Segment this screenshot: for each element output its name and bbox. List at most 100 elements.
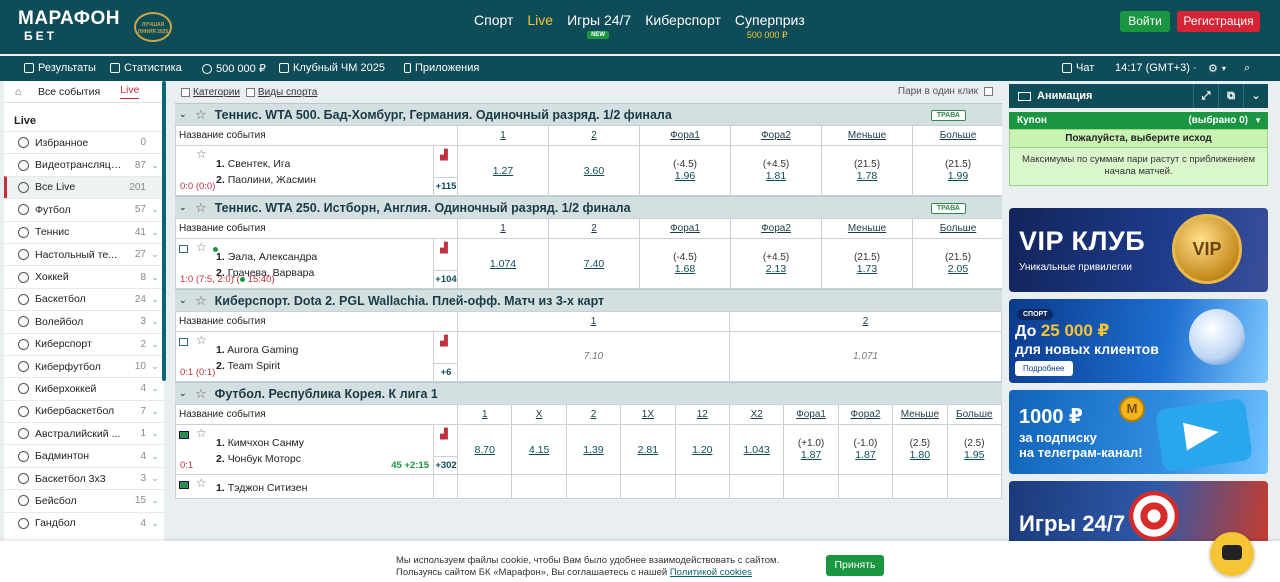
market-header[interactable]: Больше: [912, 218, 1002, 239]
odds-value[interactable]: 1.78: [857, 170, 877, 182]
odds-cell[interactable]: 8.70: [457, 424, 513, 475]
odds-cell[interactable]: 3.60: [548, 145, 641, 196]
chat-link[interactable]: Чат: [1062, 62, 1094, 74]
stats-cell[interactable]: [433, 474, 459, 499]
odds-cell[interactable]: 4.15: [511, 424, 567, 475]
market-header[interactable]: 2: [548, 218, 641, 239]
odds-cell[interactable]: [946, 474, 1002, 499]
market-header[interactable]: Больше: [946, 404, 1002, 425]
odds-value[interactable]: 1.043: [744, 444, 770, 456]
event-name-cell[interactable]: ☆ 1. Свентек, Ига 2. Паолини, Жасмин 0:0 (0…: [175, 145, 434, 196]
bonus-link[interactable]: 500 000 ₽: [202, 62, 266, 75]
club-link[interactable]: Клубный ЧМ 2025: [279, 62, 385, 74]
chevron-down-icon[interactable]: ⌄: [146, 495, 164, 506]
register-button[interactable]: Регистрация: [1177, 11, 1260, 32]
market-header[interactable]: 2: [729, 311, 1002, 332]
categories-label[interactable]: Категории: [193, 87, 240, 98]
stats-cell[interactable]: ▟ +302: [433, 424, 459, 475]
cookie-policy-link[interactable]: Политикой cookies: [670, 567, 752, 578]
odds-cell[interactable]: (-4.5) 1.68: [639, 238, 732, 289]
expand-icon[interactable]: ⤢: [1193, 84, 1218, 108]
chevron-down-icon[interactable]: ⌄: [179, 295, 193, 306]
market-header[interactable]: 1: [457, 218, 550, 239]
nav-item-1[interactable]: Live: [527, 12, 553, 28]
event-group-header[interactable]: ⌄ ☆ Киберспорт. Dota 2. PGL Wallachia. Пле…: [175, 289, 1002, 311]
more-markets[interactable]: +6: [434, 363, 458, 378]
market-header[interactable]: Фора1: [639, 125, 732, 146]
odds-value[interactable]: 8.70: [475, 444, 495, 456]
odds-value[interactable]: 3.60: [584, 165, 604, 177]
more-markets[interactable]: +302: [434, 456, 459, 471]
odds-cell[interactable]: 2.81: [620, 424, 676, 475]
market-header[interactable]: 1: [457, 125, 550, 146]
logo[interactable]: МАРАФОН БЕТ: [18, 9, 120, 44]
odds-value[interactable]: 1.73: [857, 263, 877, 275]
telegram-banner[interactable]: 1000 ₽ за подписку на телеграм-канал! М: [1009, 390, 1268, 474]
odds-cell[interactable]: 1.043: [728, 424, 785, 475]
odds-cell[interactable]: [783, 474, 839, 499]
chevron-down-icon[interactable]: ⌄: [146, 428, 164, 439]
sports-checkbox[interactable]: [245, 87, 255, 97]
more-details-button[interactable]: Подробнее: [1015, 361, 1073, 376]
cookie-accept-button[interactable]: Принять: [826, 555, 884, 576]
sidebar-item[interactable]: Киберфутбол 10 ⌄: [4, 354, 164, 377]
nav-item-4[interactable]: Суперприз 500 000 ₽: [735, 12, 805, 40]
sidebar-item[interactable]: Баскетбол 3х3 3 ⌄: [4, 466, 164, 489]
event-name-cell[interactable]: ☆ 1. Эала, Александра 2. Грачева, Варвара 1…: [175, 238, 434, 289]
odds-cell[interactable]: [457, 474, 513, 499]
odds-value[interactable]: 1.99: [948, 170, 968, 182]
one-click-toggle[interactable]: Пари в один клик: [898, 86, 996, 97]
market-header[interactable]: Фора2: [837, 404, 894, 425]
categories-checkbox[interactable]: [181, 87, 190, 97]
odds-cell[interactable]: (-4.5) 1.96: [639, 145, 732, 196]
odds-value[interactable]: 1.96: [675, 170, 695, 182]
one-click-checkbox[interactable]: [984, 86, 993, 96]
chevron-down-icon[interactable]: ⌄: [146, 383, 164, 394]
odds-cell[interactable]: (21.5) 1.73: [821, 238, 914, 289]
star-icon[interactable]: ☆: [195, 200, 207, 216]
sidebar-scrollbar[interactable]: [162, 81, 166, 381]
chevron-down-icon[interactable]: ⌄: [146, 473, 164, 484]
odds-cell[interactable]: [674, 474, 730, 499]
settings-button[interactable]: ⚙ ▾: [1208, 62, 1226, 75]
timezone-select[interactable]: 14:17 (GMT+3) ·: [1115, 62, 1197, 74]
odds-value[interactable]: 1.39: [583, 444, 603, 456]
odds-value[interactable]: 1.81: [766, 170, 786, 182]
event-group-header[interactable]: ⌄ ☆ Теннис. WTA 250. Истборн, Англия. Один…: [175, 196, 1002, 218]
odds-value[interactable]: 1.074: [490, 258, 516, 270]
odds-cell[interactable]: [565, 474, 622, 499]
odds-cell[interactable]: (21.5) 1.99: [912, 145, 1002, 196]
collapse-chevron-icon[interactable]: ⌄: [1243, 84, 1268, 108]
market-header[interactable]: 12: [674, 404, 730, 425]
odds-cell[interactable]: [837, 474, 894, 499]
sidebar-item[interactable]: Видеотрансляция 87 ⌄: [4, 153, 164, 175]
stats-cell[interactable]: ▟ +104: [432, 238, 459, 289]
market-header[interactable]: 2: [565, 404, 622, 425]
odds-value[interactable]: 4.15: [529, 444, 549, 456]
nav-item-2[interactable]: Игры 24/7 NEW: [567, 12, 631, 39]
odds-value[interactable]: 2.81: [638, 444, 658, 456]
odds-cell[interactable]: [511, 474, 567, 499]
odds-value[interactable]: 1.87: [855, 449, 875, 461]
stats-cell[interactable]: ▟ +115: [432, 145, 459, 196]
sidebar-item[interactable]: Киберхоккей 4 ⌄: [4, 377, 164, 399]
sidebar-item[interactable]: Австралийский ... 1 ⌄: [4, 422, 164, 444]
odds-cell[interactable]: (-1.0) 1.87: [837, 424, 894, 475]
market-header[interactable]: Фора1: [639, 218, 732, 239]
market-header[interactable]: 1: [457, 404, 513, 425]
chevron-down-icon[interactable]: ⌄: [146, 451, 164, 462]
star-icon[interactable]: ☆: [195, 293, 207, 309]
odds-cell[interactable]: (2.5) 1.95: [946, 424, 1002, 475]
chevron-down-icon[interactable]: ⌄: [179, 109, 193, 120]
chevron-down-icon[interactable]: ⌄: [179, 388, 193, 399]
odds-cell[interactable]: 1.27: [457, 145, 550, 196]
odds-cell[interactable]: [892, 474, 948, 499]
market-header[interactable]: X: [511, 404, 567, 425]
support-chat-button[interactable]: [1210, 532, 1254, 576]
nav-item-3[interactable]: Киберспорт: [645, 12, 721, 28]
sidebar-item[interactable]: Хоккей 8 ⌄: [4, 265, 164, 287]
new-client-bonus-banner[interactable]: СПОРТ До 25 000 ₽ для новых клиентов Под…: [1009, 299, 1268, 383]
sidebar-item[interactable]: Волейбол 3 ⌄: [4, 310, 164, 332]
odds-value[interactable]: 7.40: [584, 258, 604, 270]
odds-cell[interactable]: (21.5) 1.78: [821, 145, 914, 196]
